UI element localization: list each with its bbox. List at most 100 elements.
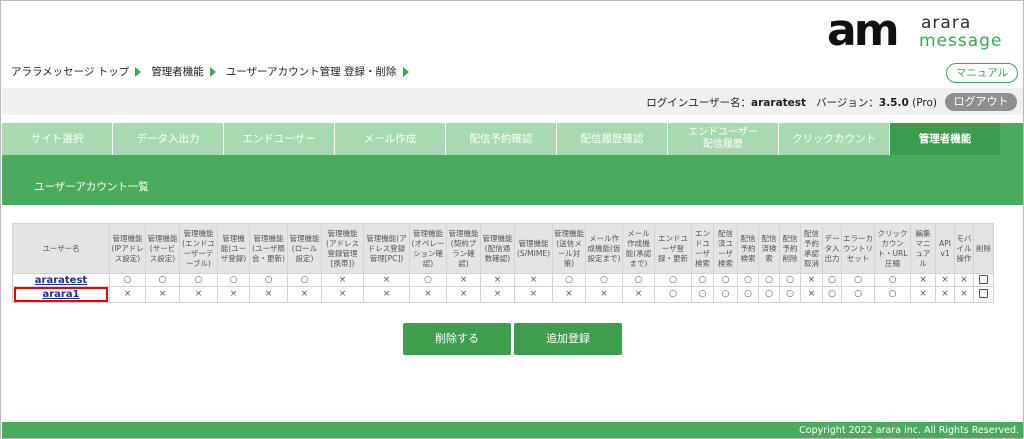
- permission-cell: ×: [217, 286, 250, 303]
- login-user-name: araratest: [751, 97, 807, 109]
- breadcrumb-arrow-icon: [209, 66, 216, 77]
- delete-button[interactable]: 削除する: [403, 323, 511, 355]
- user-name-link[interactable]: araratest: [35, 275, 87, 286]
- column-header: 管理機能(ユーザ照会・更新): [249, 223, 288, 274]
- permission-cell: ○: [249, 273, 288, 287]
- permission-cell: ×: [954, 273, 974, 287]
- permission-cell: ○: [841, 273, 875, 287]
- tab-reservation-check[interactable]: 配信予約確認: [446, 123, 557, 155]
- column-header: 管理機能(S/MIME): [514, 223, 553, 274]
- permission-cell: ×: [480, 273, 515, 287]
- column-header: 編集マニュアル: [910, 223, 936, 274]
- logout-button[interactable]: ログアウト: [945, 93, 1017, 111]
- table-header-row: ユーザー名 管理機能(IPアドレス設定) 管理機能(サービス設定) 管理機能(エンドユ…: [12, 223, 994, 274]
- permission-cell: ○: [713, 286, 738, 303]
- delete-checkbox[interactable]: [979, 289, 988, 298]
- table-row: araratest ○ ○ ○ ○ ○ ○ × × ○ × × × ○ ○ ○ ○ ○ ○ ○ ○ ○ × ○ ○ ○ × × ×: [12, 273, 994, 287]
- permission-cell: ×: [800, 286, 823, 303]
- permission-cell: ○: [758, 273, 780, 287]
- tab-mail-create[interactable]: メール作成: [335, 123, 446, 155]
- permission-cell: ×: [145, 286, 180, 303]
- permission-cell: ×: [552, 286, 586, 303]
- permission-cell: ○: [874, 273, 911, 287]
- login-info: ログインユーザー名：araratest バージョン：3.5.0 (Pro): [646, 95, 937, 110]
- logo-mark: am: [827, 5, 900, 56]
- arara-message-logo[interactable]: am arara message: [827, 9, 1007, 55]
- version-edition: (Pro): [912, 97, 937, 109]
- delete-checkbox-cell: [973, 273, 994, 287]
- breadcrumb-item-admin[interactable]: 管理者機能: [151, 64, 204, 79]
- permission-cell: ○: [822, 273, 842, 287]
- breadcrumb-item-top[interactable]: アララメッセージ トップ: [11, 64, 129, 79]
- permission-cell: ×: [287, 286, 322, 303]
- section-header: ユーザーアカウント一覧: [2, 155, 1023, 205]
- add-button[interactable]: 追加登録: [514, 323, 622, 355]
- tab-history-check[interactable]: 配信履歴確認: [557, 123, 668, 155]
- permission-cell: ○: [758, 286, 780, 303]
- permission-cell: ○: [179, 273, 218, 287]
- column-header: モバイル操作: [954, 223, 974, 274]
- permission-cell: ×: [446, 286, 481, 303]
- logo-text-message: message: [919, 31, 1003, 51]
- column-header: 管理機能(アドレス登録管理[携帯]): [321, 223, 364, 274]
- tab-site-select[interactable]: サイト選択: [2, 123, 113, 155]
- permission-cell: ×: [800, 273, 823, 287]
- permission-cell: ○: [622, 273, 655, 287]
- delete-checkbox[interactable]: [979, 274, 988, 284]
- manual-button[interactable]: マニュアル: [946, 63, 1018, 83]
- column-header: 管理機能(契約プラン確認): [446, 223, 481, 274]
- permission-cell: ×: [910, 286, 936, 303]
- column-header: エラーカウントリセット: [841, 223, 875, 274]
- copyright: Copyright 2022 arara inc. All Rights Res…: [799, 425, 1019, 436]
- breadcrumb-arrow-icon: [135, 66, 142, 77]
- column-header: クリックカウント・URL圧縮: [874, 223, 911, 274]
- tab-end-user-history[interactable]: エンドユーザー 配信履歴: [668, 123, 779, 155]
- column-header: 配信予約承認取消: [800, 223, 823, 274]
- tab-click-count[interactable]: クリックカウント: [779, 123, 890, 155]
- tab-admin[interactable]: 管理者機能: [890, 123, 1000, 155]
- permission-cell: ×: [363, 286, 410, 303]
- permission-cell: ○: [822, 286, 842, 303]
- column-header: エンドユーザ検索: [691, 223, 714, 274]
- page-frame: am arara message アララメッセージ トップ 管理者機能 ユーザー…: [0, 0, 1024, 439]
- version-label: バージョン：: [816, 97, 879, 109]
- column-header: メール作成機能(仮設定まで): [585, 223, 623, 274]
- tab-end-user[interactable]: エンドユーザー: [224, 123, 335, 155]
- breadcrumb: アララメッセージ トップ 管理者機能 ユーザーアカウント管理 登録・削除: [11, 64, 419, 79]
- permission-cell: ○: [109, 273, 146, 287]
- permission-cell: ×: [446, 273, 481, 287]
- highlight-box: arara1: [14, 287, 108, 302]
- column-header: 管理機能(アドレス登録管理[PC]): [363, 223, 410, 274]
- table-body: araratest ○ ○ ○ ○ ○ ○ × × ○ × × × ○ ○ ○ ○ ○ ○ ○ ○ ○ × ○ ○ ○ × × × ara…: [12, 273, 994, 303]
- column-header-delete: 削除: [973, 223, 994, 274]
- login-user-label: ログインユーザー名：: [646, 97, 752, 109]
- permission-cell: ○: [217, 273, 250, 287]
- section-title: ユーザーアカウント一覧: [34, 181, 149, 193]
- version-value: 3.5.0: [878, 97, 909, 109]
- permission-cell: ×: [409, 286, 447, 303]
- permission-cell: ○: [737, 286, 759, 303]
- column-header: 管理機能(送信メール対策): [552, 223, 586, 274]
- column-header: エンドユーザ登録・更新: [654, 223, 692, 274]
- permission-cell: ×: [249, 286, 288, 303]
- user-name-cell: arara1: [12, 286, 110, 303]
- delete-checkbox-cell: [973, 286, 994, 303]
- tab-data-io[interactable]: データ入出力: [113, 123, 224, 155]
- permission-cell: ○: [737, 273, 759, 287]
- permission-cell: ×: [514, 273, 553, 287]
- permission-cell: ×: [622, 286, 655, 303]
- permission-cell: ×: [935, 273, 955, 287]
- permission-cell: ×: [954, 286, 974, 303]
- logo-text-arara: arara: [921, 13, 972, 33]
- permission-cell: ○: [841, 286, 875, 303]
- column-header: メール作成機能(承認まで): [622, 223, 655, 274]
- permission-cell: ×: [514, 286, 553, 303]
- column-header: 管理機能(ロール設定): [287, 223, 322, 274]
- user-name-link[interactable]: arara1: [42, 289, 79, 300]
- column-header: 管理機能(サービス設定): [145, 223, 180, 274]
- column-header-username: ユーザー名: [12, 223, 110, 274]
- info-bar: ログインユーザー名：araratest バージョン：3.5.0 (Pro): [2, 88, 1023, 115]
- user-name-cell: araratest: [12, 273, 110, 287]
- breadcrumb-arrow-icon: [402, 66, 409, 77]
- table-row: arara1 × × × × × × × × × × × × × × × ○ ○ ○ ○ ○ ○ × ○ ○ ○ × × ×: [12, 286, 994, 303]
